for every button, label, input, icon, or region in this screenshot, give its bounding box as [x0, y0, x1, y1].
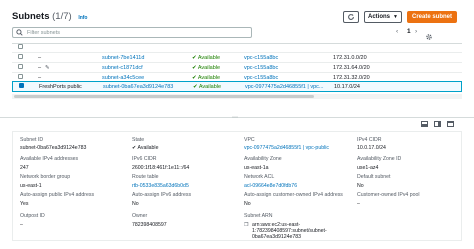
- route-table-label: Route table: [132, 174, 159, 180]
- row-state: ✔ Available: [192, 74, 221, 81]
- nbg-label: Network border group: [20, 174, 71, 180]
- row-state: ✔ Available: [192, 64, 221, 71]
- auto-ipv6-value: No: [132, 201, 139, 207]
- copy-icon[interactable]: ❐: [244, 222, 248, 228]
- layout-full-icon[interactable]: [447, 121, 454, 127]
- row-cidr: 172.31.0.0/20: [333, 54, 367, 61]
- arn-line-3: 0ba67ea3d9124e783: [252, 234, 302, 240]
- row-subnet-id[interactable]: subnet-a34c5cee: [102, 75, 144, 81]
- refresh-icon: [348, 13, 354, 20]
- page-title: Subnets (1/7) Info: [12, 11, 87, 22]
- default-subnet-value: No: [357, 183, 364, 189]
- outpost-value: –: [20, 222, 23, 228]
- subnet-id-value: subnet-0ba67ea3d9124e783: [20, 145, 87, 151]
- coip-pool-label: Customer-owned IPv4 pool: [357, 192, 420, 198]
- row-state: ✔ Available: [193, 83, 222, 90]
- create-subnet-label: Create subnet: [411, 14, 452, 20]
- table-row[interactable]: [12, 43, 462, 53]
- info-link[interactable]: Info: [78, 15, 87, 21]
- auto-coip-value: No: [244, 201, 251, 207]
- layout-bottom-icon[interactable]: [421, 121, 428, 127]
- coip-pool-value: –: [357, 201, 360, 207]
- row-cidr: 10.17.0/24: [334, 83, 360, 90]
- table-row[interactable]: – subnet-7be1411d ✔ Available vpc-c155a8…: [12, 53, 462, 63]
- row-checkbox[interactable]: [18, 74, 23, 81]
- row-vpc[interactable]: vpc-0977475a2d46855f1 | vpc...: [245, 84, 324, 90]
- prev-page-icon[interactable]: ‹: [396, 28, 398, 35]
- caret-down-icon: ▼: [393, 14, 398, 20]
- auto-coip-label: Auto-assign customer-owned IPv4 address: [244, 192, 343, 198]
- avail-ipv4-label: Available IPv4 addresses: [20, 156, 79, 162]
- table-row-selected[interactable]: FreshPorts public subnet-0ba67ea3d9124e7…: [12, 81, 462, 92]
- az-id-value: use1-az4: [357, 165, 379, 171]
- nacl-label: Network ACL: [244, 174, 275, 180]
- title-count: (1/7): [52, 11, 72, 22]
- az-label: Availability Zone: [244, 156, 282, 162]
- filter-placeholder: Filter subnets: [27, 29, 61, 36]
- actions-button[interactable]: Actions ▼: [364, 11, 402, 23]
- scrollbar-thumb[interactable]: [14, 95, 314, 98]
- row-vpc[interactable]: vpc-c155a8bc: [244, 65, 278, 71]
- edit-icon[interactable]: ✎: [45, 65, 50, 71]
- row-checkbox[interactable]: [19, 83, 24, 90]
- row-subnet-id[interactable]: subnet-0ba67ea3d9124e783: [103, 84, 173, 90]
- table-row[interactable]: – ✎ subnet-c1871dcf ✔ Available vpc-c155…: [12, 63, 462, 73]
- route-table-link[interactable]: rtb-0533e835a63d6b0d5: [132, 183, 189, 189]
- auto-ipv4-value: Yes: [20, 201, 29, 207]
- az-value: us-east-1a: [244, 165, 269, 171]
- row-subnet-id[interactable]: subnet-7be1411d: [102, 55, 144, 61]
- resize-handle-icon[interactable]: ⋯: [232, 114, 238, 121]
- row-cidr: 172.31.32.0/20: [333, 74, 370, 81]
- ipv6-cidr-value: 2600:1f18:461f:1e11::/64: [132, 165, 190, 171]
- layout-right-icon[interactable]: [434, 121, 441, 127]
- state-label: State: [132, 137, 145, 143]
- row-name: –: [38, 64, 42, 71]
- subnet-id-label: Subnet ID: [20, 137, 44, 143]
- ipv6-cidr-label: IPv6 CIDR: [132, 156, 157, 162]
- auto-ipv6-label: Auto-assign IPv6 address: [132, 192, 192, 198]
- filter-input[interactable]: Filter subnets: [12, 27, 252, 38]
- search-icon: [16, 29, 23, 36]
- vpc-link[interactable]: vpc-0977475a2d46855f1 | vpc-public: [244, 145, 329, 151]
- row-checkbox[interactable]: [18, 64, 23, 71]
- horizontal-scrollbar[interactable]: [12, 94, 462, 99]
- arn-label: Subnet ARN: [244, 213, 273, 219]
- actions-label: Actions: [368, 14, 391, 20]
- row-vpc[interactable]: vpc-c155a8bc: [244, 75, 278, 81]
- default-subnet-label: Default subnet: [357, 174, 391, 180]
- vpc-label: VPC: [244, 137, 255, 143]
- ipv4-cidr-label: IPv4 CIDR: [357, 137, 382, 143]
- row-subnet-id[interactable]: subnet-c1871dcf: [102, 65, 143, 71]
- avail-ipv4-value: 247: [20, 165, 29, 171]
- create-subnet-button[interactable]: Create subnet: [407, 11, 457, 23]
- row-cidr: 172.31.64.0/20: [333, 64, 370, 71]
- owner-label: Owner: [132, 213, 148, 219]
- row-name: –: [38, 54, 42, 61]
- outpost-label: Outpost ID: [20, 213, 45, 219]
- page-number[interactable]: 1: [407, 28, 411, 35]
- az-id-label: Availability Zone ID: [357, 156, 402, 162]
- title-text: Subnets: [12, 11, 50, 22]
- owner-value: 782398408597: [132, 222, 167, 228]
- refresh-button[interactable]: [343, 11, 359, 23]
- row-name: –: [38, 74, 42, 81]
- state-value: ✔ Available: [132, 145, 159, 151]
- row-checkbox[interactable]: [18, 44, 23, 51]
- row-name: FreshPorts public: [39, 83, 82, 90]
- ipv4-cidr-value: 10.0.17.0/24: [357, 145, 386, 151]
- nbg-value: us-east-1: [20, 183, 42, 189]
- row-checkbox[interactable]: [18, 54, 23, 61]
- auto-ipv4-label: Auto-assign public IPv4 address: [20, 192, 95, 198]
- row-vpc[interactable]: vpc-c155a8bc: [244, 55, 278, 61]
- panel-layout-controls: [421, 121, 454, 127]
- next-page-icon[interactable]: ›: [415, 28, 417, 35]
- row-state: ✔ Available: [192, 54, 221, 61]
- nacl-link[interactable]: acl-09664e8e7d0fdb76: [244, 183, 297, 189]
